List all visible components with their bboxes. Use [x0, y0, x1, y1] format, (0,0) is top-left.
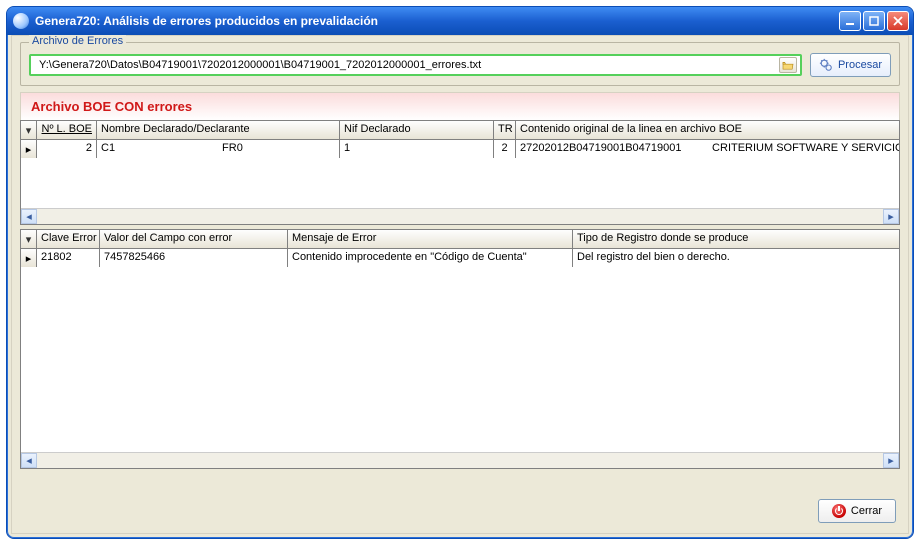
cell: 21802 [37, 249, 100, 267]
folder-open-icon [782, 60, 794, 70]
scroll-track[interactable] [37, 453, 883, 468]
table-row[interactable]: ▸ 2 C1 FR0 1 2 27202012B04719001B0471900… [21, 140, 899, 158]
scroll-track[interactable] [37, 209, 883, 224]
cell: C1 FR0 [97, 140, 340, 158]
col-mensaje[interactable]: Mensaje de Error [288, 230, 573, 248]
grid1-scrollbar[interactable]: ◂ ▸ [21, 208, 899, 224]
cell: Del registro del bien o derecho. [573, 249, 899, 267]
file-path-wrap [29, 54, 802, 76]
col-tipo[interactable]: Tipo de Registro donde se produce [573, 230, 899, 248]
close-icon [893, 16, 903, 26]
app-icon [13, 13, 29, 29]
titlebar[interactable]: Genera720: Análisis de errores producido… [7, 7, 913, 35]
window-title: Genera720: Análisis de errores producido… [35, 14, 837, 28]
col-valor[interactable]: Valor del Campo con error [100, 230, 288, 248]
close-button[interactable] [887, 11, 909, 31]
row-pointer-icon: ▸ [21, 249, 37, 267]
grid2-header: ▾ Clave Error Valor del Campo con error … [21, 230, 899, 249]
maximize-button[interactable] [863, 11, 885, 31]
col-nif[interactable]: Nif Declarado [340, 121, 494, 139]
file-group-legend: Archivo de Errores [29, 35, 126, 47]
scroll-left-icon[interactable]: ◂ [21, 453, 37, 468]
col-contenido[interactable]: Contenido original de la linea en archiv… [516, 121, 899, 139]
boe-lines-grid[interactable]: ▾ Nº L. BOE Nombre Declarado/Declarante … [20, 120, 900, 225]
error-banner: Archivo BOE CON errores [20, 92, 900, 120]
scroll-left-icon[interactable]: ◂ [21, 209, 37, 224]
power-icon [832, 504, 846, 518]
grid2-scrollbar[interactable]: ◂ ▸ [21, 452, 899, 468]
col-tr[interactable]: TR [494, 121, 516, 139]
grid1-header: ▾ Nº L. BOE Nombre Declarado/Declarante … [21, 121, 899, 140]
process-button-label: Procesar [838, 59, 882, 71]
error-detail-grid[interactable]: ▾ Clave Error Valor del Campo con error … [20, 229, 900, 469]
col-clave[interactable]: Clave Error [37, 230, 100, 248]
close-dialog-label: Cerrar [851, 505, 882, 517]
app-window: Genera720: Análisis de errores producido… [6, 6, 914, 539]
close-dialog-button[interactable]: Cerrar [818, 499, 896, 523]
scroll-right-icon[interactable]: ▸ [883, 453, 899, 468]
table-row[interactable]: ▸ 21802 7457825466 Contenido improcedent… [21, 249, 899, 267]
minimize-button[interactable] [839, 11, 861, 31]
col-boe-line[interactable]: Nº L. BOE [37, 121, 97, 139]
browse-button[interactable] [779, 57, 797, 73]
client-area: Archivo de Errores [11, 35, 909, 534]
cell: 1 [340, 140, 494, 158]
file-group: Archivo de Errores [20, 42, 900, 86]
gear-icon [819, 58, 833, 72]
cell: 2 [37, 140, 97, 158]
cell: 7457825466 [100, 249, 288, 267]
col-nombre[interactable]: Nombre Declarado/Declarante [97, 121, 340, 139]
file-path-input[interactable] [37, 58, 779, 72]
error-banner-text: Archivo BOE CON errores [31, 99, 192, 114]
process-button[interactable]: Procesar [810, 53, 891, 77]
row-pointer-icon: ▸ [21, 140, 37, 158]
filter-toggle-icon[interactable]: ▾ [21, 121, 37, 139]
cell: 27202012B04719001B04719001 CRITERIUM SOF… [516, 140, 899, 158]
cell: Contenido improcedente en "Código de Cue… [288, 249, 573, 267]
maximize-icon [869, 16, 879, 26]
scroll-right-icon[interactable]: ▸ [883, 209, 899, 224]
filter-toggle-icon[interactable]: ▾ [21, 230, 37, 248]
cell: 2 [494, 140, 516, 158]
minimize-icon [845, 16, 855, 26]
